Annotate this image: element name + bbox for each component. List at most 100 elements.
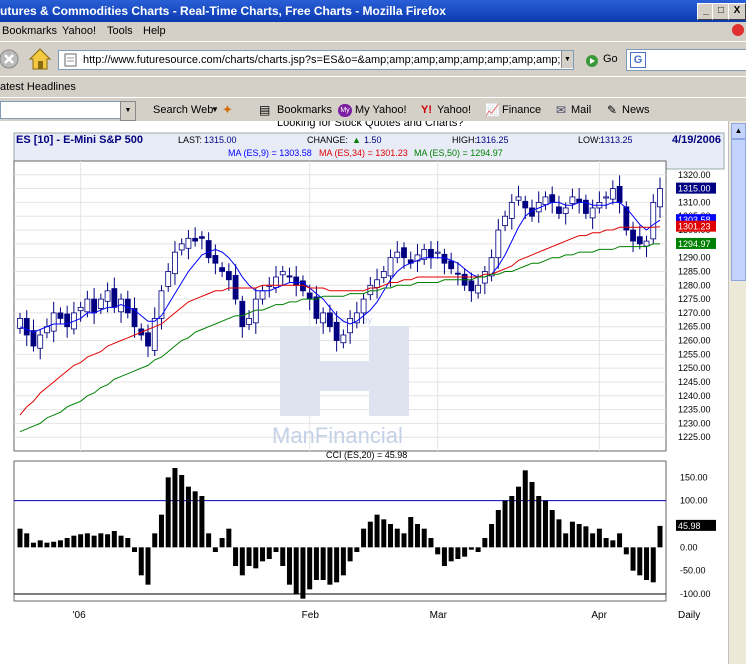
url-field[interactable]: http://www.futuresource.com/charts/chart… (58, 50, 574, 70)
mail-icon: ✉ (556, 103, 567, 117)
cci-bar (617, 533, 623, 548)
candle-body (326, 312, 333, 328)
cci-bar (448, 547, 454, 562)
candle-body (556, 206, 562, 214)
my-yahoo-icon: My (338, 104, 352, 117)
cci-bar (361, 528, 367, 548)
cci-bar (286, 547, 292, 585)
home-icon[interactable] (27, 46, 53, 72)
cci-bar (569, 521, 575, 548)
cci-bar (394, 528, 400, 548)
search-box[interactable]: G (626, 49, 746, 71)
my-yahoo-button[interactable]: My Yahoo! (355, 98, 407, 122)
cci-bar (239, 547, 245, 576)
candle-body (643, 240, 650, 247)
price-tick-label: 1250.00 (678, 363, 711, 373)
candle-body (502, 215, 508, 227)
price-tick-label: 1275.00 (678, 294, 711, 304)
cci-bar (165, 477, 171, 548)
mail-button[interactable]: Mail (571, 98, 591, 122)
highlight-icon[interactable]: ✦ (222, 98, 233, 122)
candle-body (609, 188, 616, 200)
candle-body (448, 260, 455, 270)
yahoo-search-dropdown[interactable]: ▼ (120, 101, 136, 121)
price-tick-label: 1320.00 (678, 170, 711, 180)
menu-bar: Bookmarks Yahoo! Tools Help (0, 22, 746, 40)
candle-body (630, 229, 636, 242)
candle-body (508, 202, 515, 219)
price-tick-label: 1270.00 (678, 308, 711, 318)
candle-body (603, 196, 610, 199)
cci-bar (37, 540, 43, 548)
cci-bar (610, 540, 616, 548)
cci-bar (637, 547, 643, 576)
price-tick-label: 1290.00 (678, 253, 711, 263)
candle-body (542, 196, 549, 206)
price-tick-label: 1255.00 (678, 349, 711, 359)
cci-bar (145, 547, 151, 585)
candle-body (205, 240, 212, 259)
candle-body (650, 202, 657, 240)
cci-bar (111, 531, 117, 548)
yahoo-search-input[interactable] (0, 101, 124, 119)
candle-body (320, 312, 327, 324)
cci-bar (260, 547, 266, 562)
menu-bookmarks[interactable]: Bookmarks (2, 22, 57, 40)
cci-bar (489, 524, 495, 548)
candle-body (569, 196, 576, 204)
x-axis-label: '06 (73, 610, 86, 621)
scroll-up-arrow[interactable]: ▲ (731, 123, 746, 139)
cci-bar (246, 547, 252, 566)
latest-headlines-link[interactable]: atest Headlines (0, 77, 76, 97)
high-label: HIGH: (452, 135, 477, 145)
cci-bar (273, 547, 279, 552)
stop-icon[interactable] (0, 48, 22, 70)
candle-body (145, 332, 151, 347)
url-dropdown-arrow[interactable]: ▼ (561, 51, 573, 68)
yahoo-button[interactable]: Yahoo! (437, 98, 471, 122)
cci-bar (24, 533, 30, 548)
chevron-down-icon[interactable]: ▼ (211, 98, 219, 122)
cci-bar (388, 524, 394, 548)
candle-body (57, 312, 64, 319)
vertical-scrollbar[interactable]: ▲ (728, 121, 746, 664)
menu-tools[interactable]: Tools (107, 22, 133, 40)
cci-bar (266, 547, 272, 559)
candle-body (515, 196, 522, 201)
candle-body (306, 292, 313, 300)
cci-bar (98, 533, 104, 548)
close-button[interactable]: X (728, 3, 746, 20)
search-web-button[interactable]: Search Web (153, 98, 213, 122)
go-icon[interactable] (585, 54, 599, 68)
candle-body (401, 247, 407, 259)
menu-yahoo[interactable]: Yahoo! (62, 22, 96, 40)
candle-body (91, 298, 98, 314)
candle-body (340, 334, 347, 344)
yahoo-toolbar: ▼ Search Web ▼ ✦ ▤ Bookmarks My My Yahoo… (0, 97, 746, 122)
futures-chart: ES [10] - E-Mini S&P 500 LAST: 1315.00 CHAN… (13, 132, 725, 621)
candle-body (273, 276, 279, 288)
candle-body (64, 313, 71, 328)
candle-body (172, 251, 178, 275)
candle-body (84, 298, 91, 313)
scroll-thumb[interactable] (731, 139, 746, 281)
yahoo-bookmarks-button[interactable]: Bookmarks (277, 98, 332, 122)
cci-bar (657, 525, 663, 548)
cci-bar (650, 547, 656, 583)
candle-body (475, 284, 482, 294)
cci-bar (152, 533, 158, 548)
cci-bar (435, 547, 441, 555)
candle-body (360, 298, 367, 314)
news-button[interactable]: News (622, 98, 650, 122)
candle-body (239, 300, 246, 328)
price-tick-label: 1235.00 (678, 405, 711, 415)
candle-body (293, 276, 300, 286)
menu-help[interactable]: Help (143, 22, 166, 40)
finance-button[interactable]: Finance (502, 98, 541, 122)
cci-bar (542, 500, 548, 548)
candle-body (192, 237, 199, 242)
cci-bar (462, 547, 468, 557)
change-up-icon: ▲ (352, 135, 361, 145)
go-button[interactable]: Go (603, 53, 618, 65)
candle-body (657, 188, 663, 208)
